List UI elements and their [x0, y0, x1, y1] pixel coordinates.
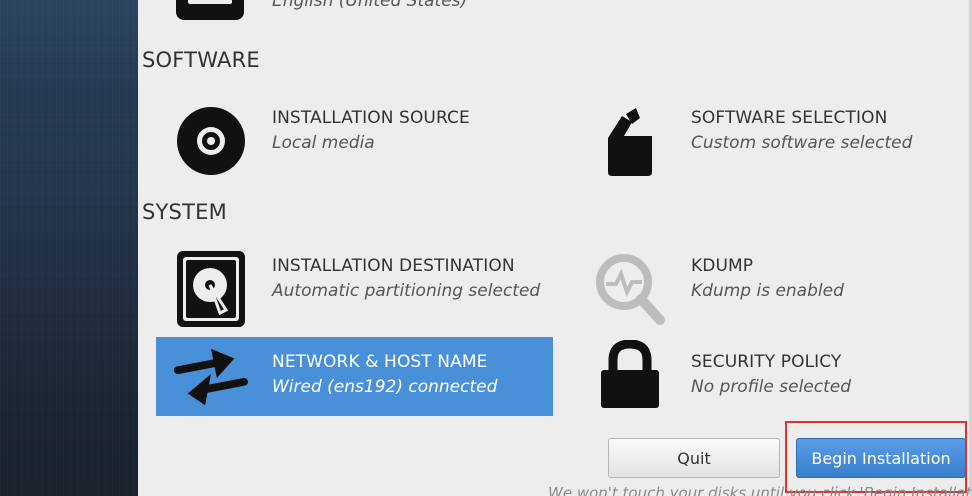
spoke-security-policy[interactable]: SECURITY POLICY No profile selected	[575, 338, 965, 418]
keyboard-icon[interactable]	[174, 0, 246, 22]
spoke-kdump[interactable]: KDUMP Kdump is enabled	[575, 252, 965, 332]
section-title-system: SYSTEM	[142, 200, 227, 224]
magnifier-icon	[593, 252, 667, 326]
quit-button[interactable]: Quit	[608, 438, 780, 478]
spoke-status: Wired (ens192) connected	[272, 377, 498, 397]
spoke-title: NETWORK & HOST NAME	[272, 352, 488, 372]
padlock-icon	[593, 338, 667, 412]
section-title-software: SOFTWARE	[142, 48, 260, 72]
localization-status: English (United States)	[272, 0, 468, 11]
network-arrows-icon	[174, 339, 248, 413]
spoke-title: INSTALLATION DESTINATION	[272, 256, 515, 276]
begin-installation-button[interactable]: Begin Installation	[796, 438, 966, 478]
spoke-title: SECURITY POLICY	[691, 352, 842, 372]
spoke-status: Local media	[272, 133, 375, 153]
spoke-status: Custom software selected	[691, 133, 913, 153]
footer-note: We won't touch your disks until you clic…	[548, 484, 972, 496]
spoke-installation-destination[interactable]: INSTALLATION DESTINATION Automatic parti…	[156, 251, 556, 332]
spoke-status: Automatic partitioning selected	[272, 281, 541, 301]
spoke-status: No profile selected	[691, 377, 852, 397]
spoke-status: Kdump is enabled	[691, 281, 844, 301]
sidebar-background	[0, 0, 138, 496]
spoke-network-host-name[interactable]: NETWORK & HOST NAME Wired (ens192) conne…	[156, 337, 553, 416]
spoke-title: KDUMP	[691, 256, 754, 276]
spoke-title: SOFTWARE SELECTION	[691, 108, 888, 128]
installation-summary-screen: English (United States) SOFTWARE INSTALL…	[0, 0, 972, 496]
disc-icon	[174, 104, 248, 178]
spoke-title: INSTALLATION SOURCE	[272, 108, 470, 128]
hard-drive-icon	[174, 251, 248, 327]
package-icon	[593, 104, 667, 178]
spoke-software-selection[interactable]: SOFTWARE SELECTION Custom software selec…	[575, 104, 965, 184]
spoke-installation-source[interactable]: INSTALLATION SOURCE Local media	[156, 104, 556, 184]
hub-content: English (United States) SOFTWARE INSTALL…	[138, 0, 972, 496]
